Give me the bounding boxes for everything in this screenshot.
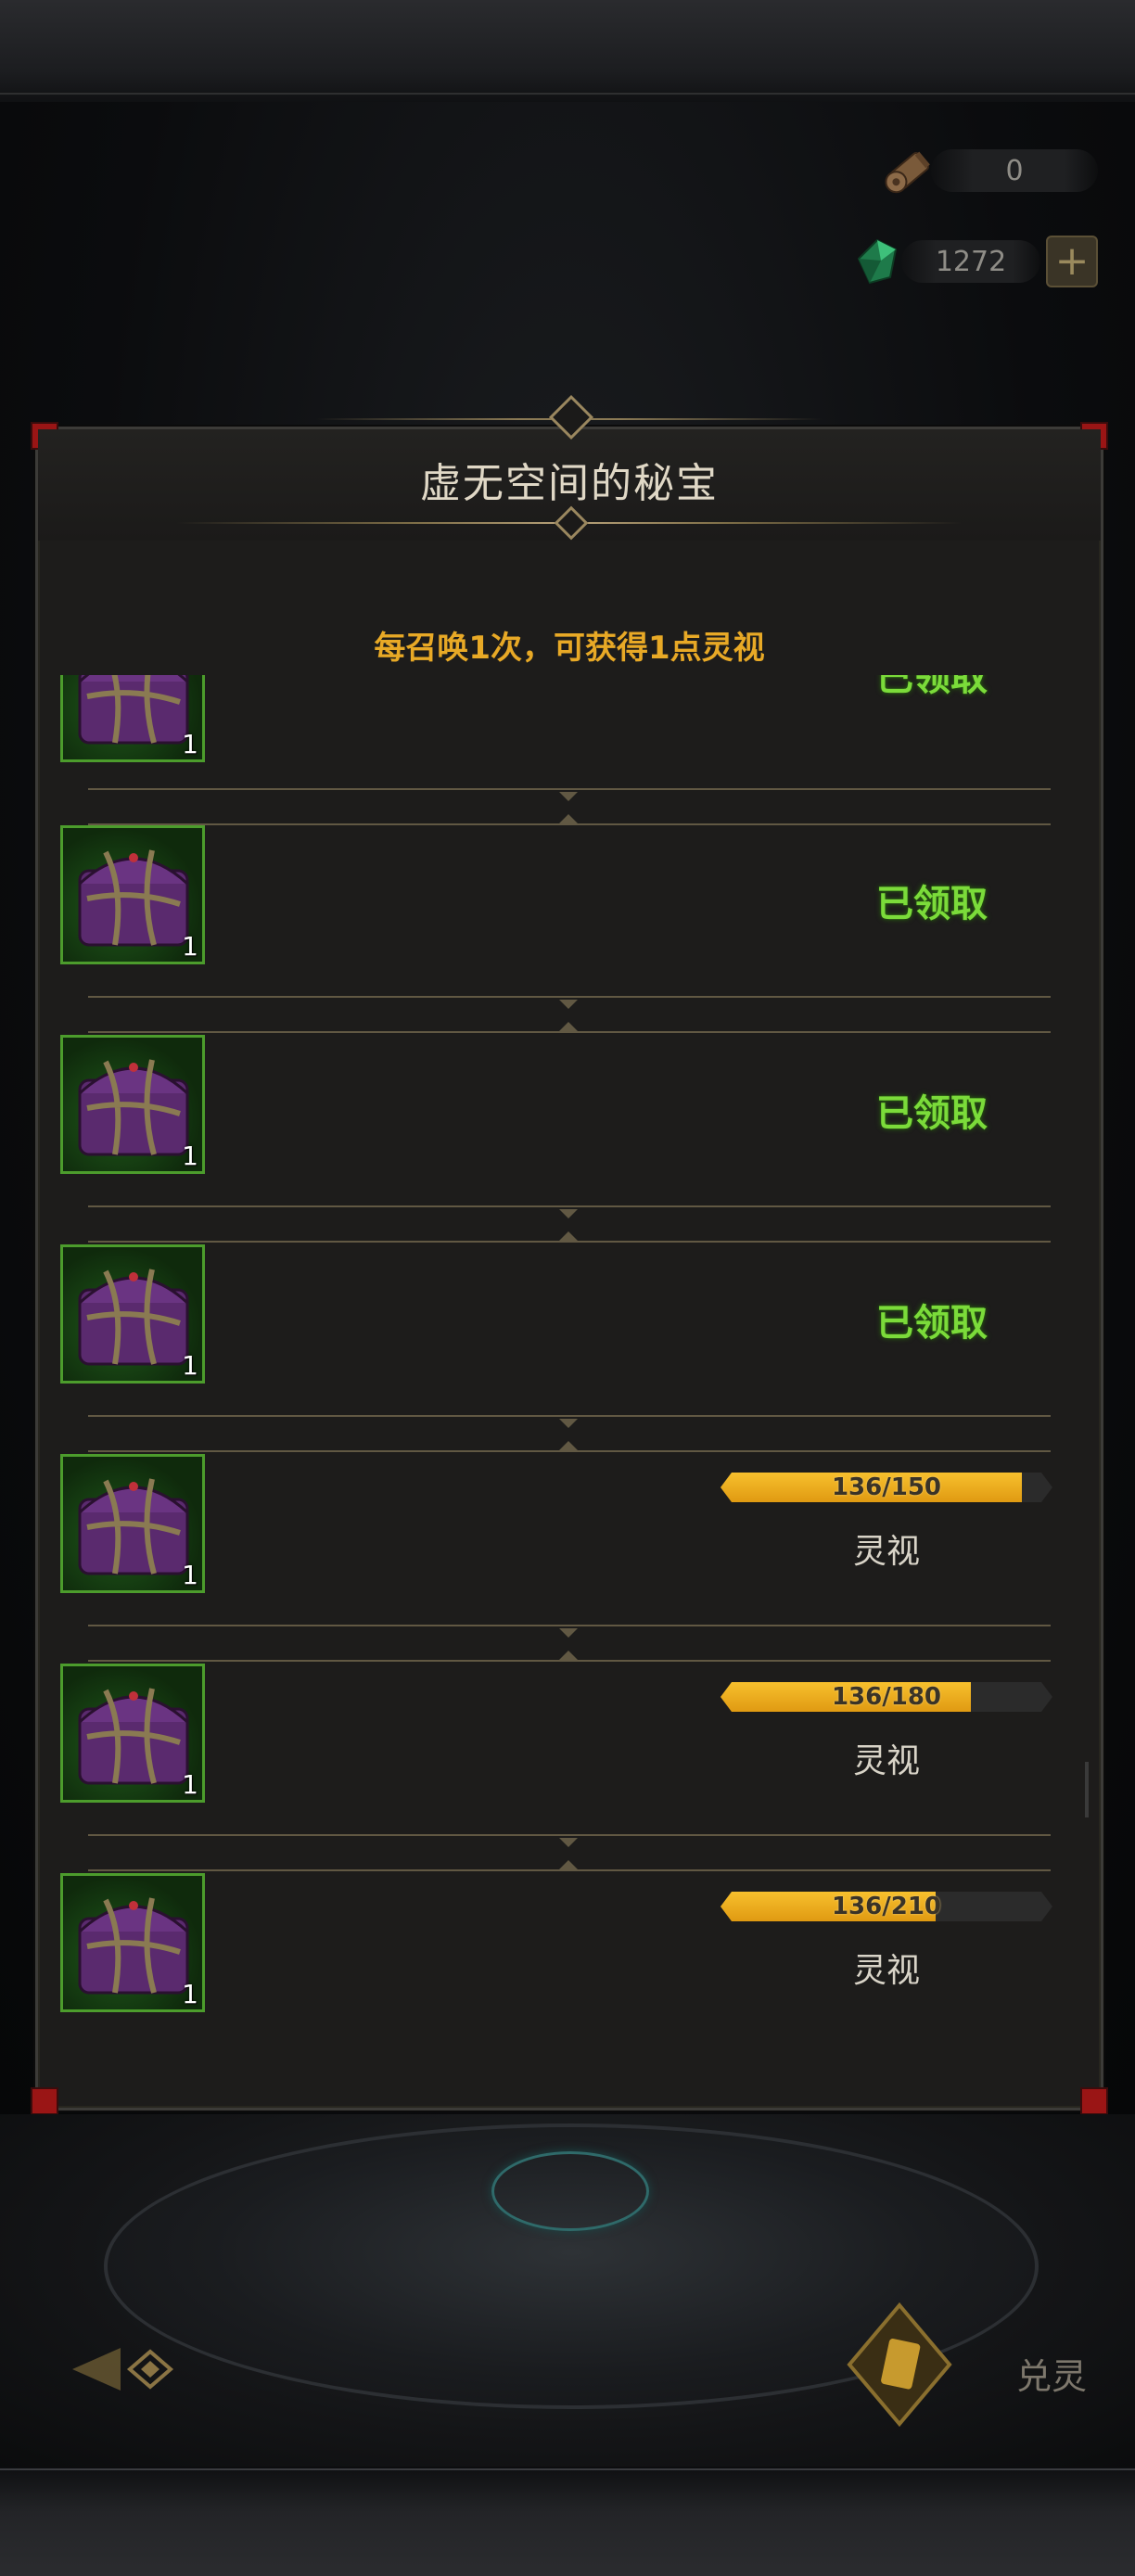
treasure-chest-icon[interactable]: 1 bbox=[60, 825, 205, 964]
header-diamond-ornament bbox=[554, 505, 589, 541]
progress-text: 136/210 bbox=[831, 1893, 942, 1920]
panel-subtitle: 每召唤1次，可获得1点灵视 bbox=[374, 630, 765, 667]
progress-label: 灵视 bbox=[852, 1952, 920, 1990]
reward-row: 1 136/210 灵视 bbox=[60, 1860, 1078, 2042]
treasure-chest-icon[interactable]: 1 bbox=[60, 1454, 205, 1593]
treasure-chest-icon[interactable]: 1 bbox=[60, 1244, 205, 1384]
currency-scroll: 0 bbox=[879, 147, 1098, 195]
claimed-status: 已领取 bbox=[876, 1092, 988, 1135]
progress-label: 灵视 bbox=[852, 1742, 920, 1780]
scroll-icon bbox=[879, 140, 940, 201]
reward-row: 1 136/150 灵视 bbox=[60, 1441, 1078, 1623]
gem-count: 1272 bbox=[901, 240, 1040, 283]
claimed-status: 已领取 bbox=[876, 883, 988, 925]
scroll-count: 0 bbox=[931, 149, 1098, 192]
panel-header: 虚无空间的秘宝 bbox=[38, 394, 1101, 541]
reward-list[interactable]: 1 已领取 1 已领取 1 已领取 1 已领取 1 136/150 灵视 1 1… bbox=[60, 675, 1078, 2085]
reward-count: 1 bbox=[182, 931, 198, 962]
list-scrollbar[interactable] bbox=[1085, 1762, 1089, 1817]
card-diamond-icon bbox=[844, 2300, 955, 2429]
reward-row: 1 已领取 bbox=[60, 675, 1078, 783]
reward-count: 1 bbox=[182, 1769, 198, 1800]
convert-button[interactable]: 兑灵 bbox=[825, 2300, 1103, 2439]
progress-text: 136/150 bbox=[831, 1473, 942, 1501]
reward-count: 1 bbox=[182, 1350, 198, 1381]
panel-corner bbox=[31, 2087, 58, 2115]
top-bar bbox=[0, 0, 1135, 104]
reward-row: 1 136/180 灵视 bbox=[60, 1651, 1078, 1832]
treasure-chest-icon[interactable]: 1 bbox=[60, 1035, 205, 1174]
progress-bar: 136/210 bbox=[721, 1892, 1052, 1921]
treasure-chest-icon[interactable]: 1 bbox=[60, 1873, 205, 2012]
progress-text: 136/180 bbox=[831, 1683, 942, 1711]
add-gem-button[interactable]: + bbox=[1046, 236, 1098, 287]
reward-count: 1 bbox=[182, 1560, 198, 1590]
green-gem-icon bbox=[849, 233, 907, 290]
progress-bar: 136/180 bbox=[721, 1682, 1052, 1712]
treasure-chest-icon[interactable]: 1 bbox=[60, 675, 205, 762]
treasure-chest-icon[interactable]: 1 bbox=[60, 1664, 205, 1803]
reward-count: 1 bbox=[182, 1141, 198, 1171]
reward-count: 1 bbox=[182, 1979, 198, 2009]
reward-row: 1 已领取 bbox=[60, 1022, 1078, 1204]
claimed-status: 已领取 bbox=[876, 1302, 988, 1345]
panel-title: 虚无空间的秘宝 bbox=[420, 460, 719, 507]
reward-row: 1 已领取 bbox=[60, 812, 1078, 994]
reward-count: 1 bbox=[182, 729, 198, 759]
claimed-status: 已领取 bbox=[876, 675, 988, 699]
panel-corner bbox=[1080, 2087, 1108, 2115]
reward-panel: 虚无空间的秘宝 每召唤1次，可获得1点灵视 1 已领取 1 已领取 1 已领取 … bbox=[31, 394, 1108, 2115]
altar-rune-circle bbox=[491, 2151, 649, 2231]
currency-gem: 1272 + bbox=[849, 236, 1098, 287]
progress-bar: 136/150 bbox=[721, 1473, 1052, 1502]
progress-label: 灵视 bbox=[852, 1533, 920, 1571]
reward-row: 1 已领取 bbox=[60, 1231, 1078, 1413]
convert-label: 兑灵 bbox=[1016, 2356, 1088, 2397]
back-arrow-icon bbox=[72, 2348, 174, 2391]
bottom-bar bbox=[0, 2468, 1135, 2576]
back-button[interactable] bbox=[65, 2337, 176, 2402]
